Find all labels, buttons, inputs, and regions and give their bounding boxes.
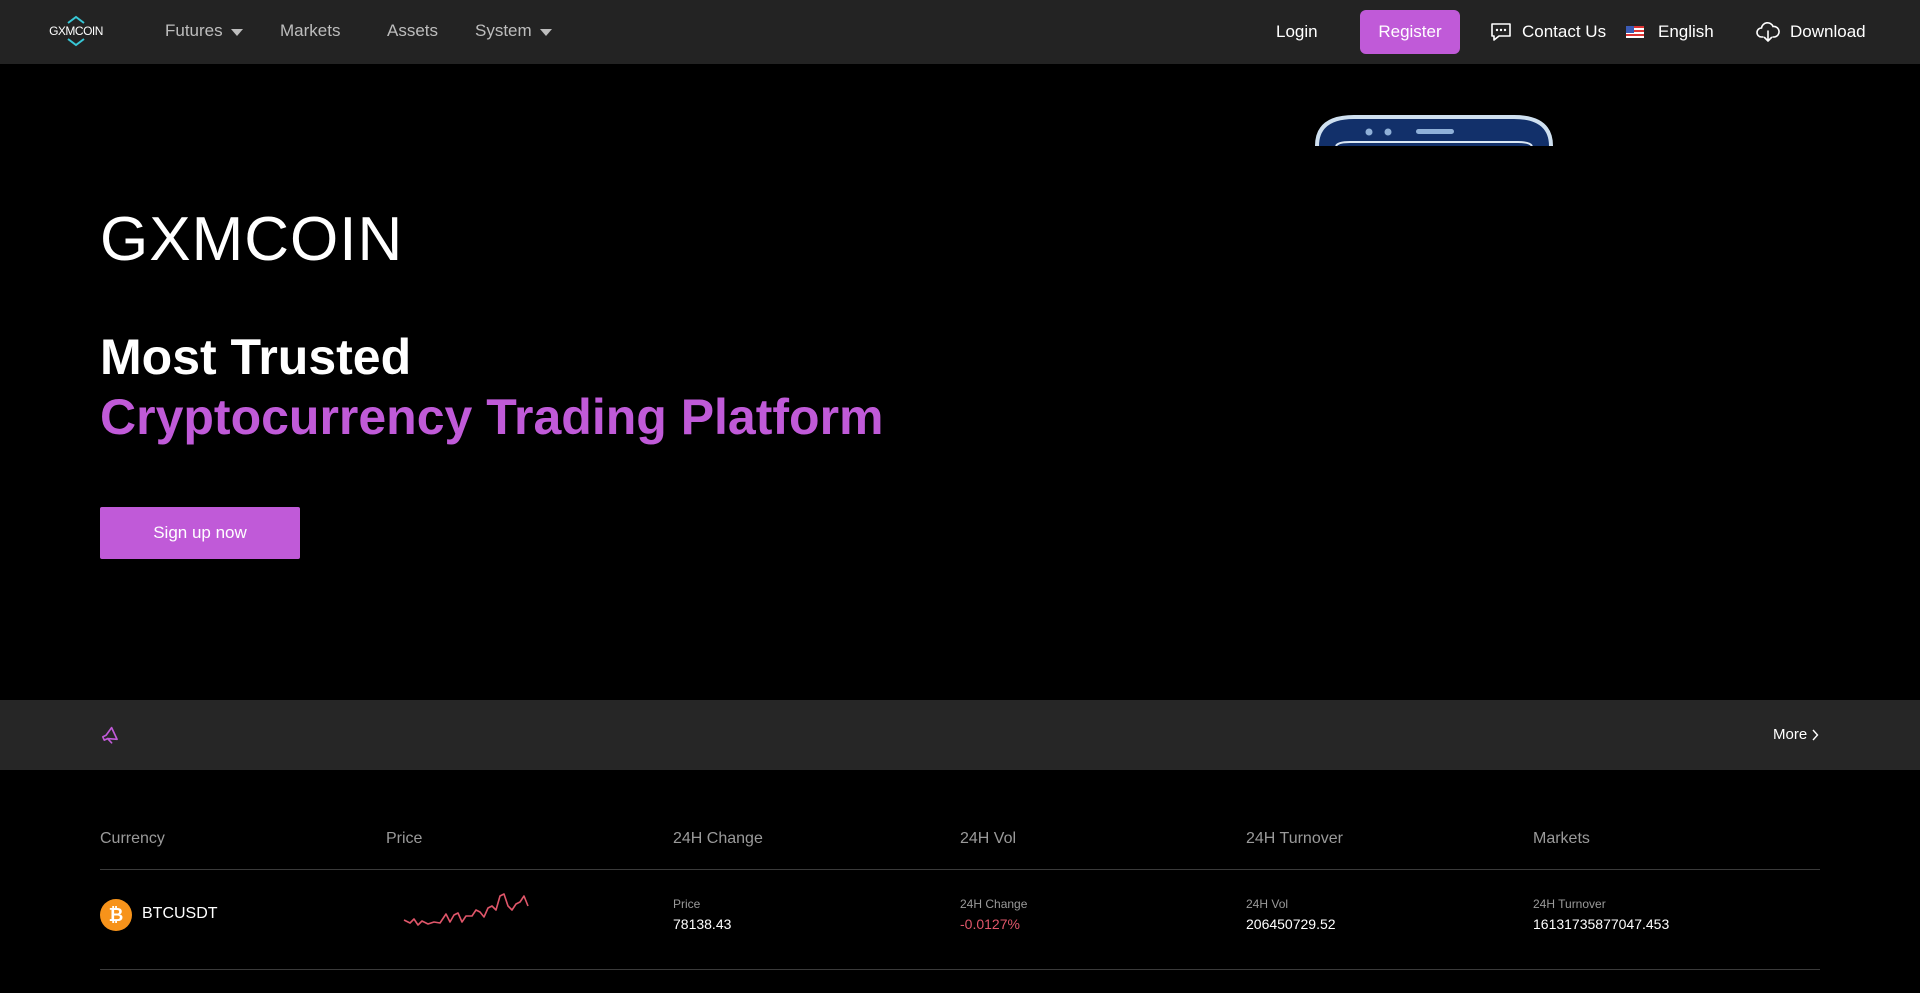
- contact-us-link[interactable]: Contact Us: [1490, 0, 1606, 64]
- vol-label: 24H Vol: [1246, 897, 1289, 911]
- logo[interactable]: GXMCOIN: [46, 14, 106, 48]
- nav-assets-label: Assets: [387, 21, 439, 40]
- download-link[interactable]: Download: [1756, 0, 1866, 64]
- cloud-download-icon: [1756, 22, 1780, 42]
- language-selector[interactable]: English: [1626, 0, 1714, 64]
- hero-brand: GXMCOIN: [100, 205, 404, 274]
- column-header-24h-vol: 24H Vol: [960, 830, 1017, 847]
- announcement-bar: More: [0, 700, 1920, 770]
- chat-icon: [1491, 23, 1511, 41]
- nav-markets-label: Markets: [280, 21, 341, 40]
- phone-illustration: [1314, 114, 1554, 146]
- column-header-currency: Currency: [100, 830, 165, 847]
- nav-futures[interactable]: Futures: [165, 21, 243, 41]
- sign-up-label: Sign up now: [153, 523, 247, 542]
- login-link[interactable]: Login: [1276, 0, 1318, 64]
- language-label: English: [1658, 22, 1714, 41]
- login-label: Login: [1276, 22, 1318, 41]
- nav-system-label: System: [475, 21, 532, 40]
- table-divider: [100, 969, 1820, 970]
- megaphone-icon: [101, 726, 118, 744]
- download-label: Download: [1790, 22, 1866, 41]
- column-header-price: Price: [386, 830, 423, 847]
- more-label: More: [1773, 726, 1808, 743]
- chevron-down-icon: [539, 28, 552, 36]
- table-divider: [100, 869, 1820, 870]
- turnover-label: 24H Turnover: [1533, 897, 1606, 911]
- nav-assets[interactable]: Assets: [387, 21, 438, 41]
- column-header-markets: Markets: [1533, 830, 1590, 847]
- logo-text: GXMCOIN: [49, 24, 103, 38]
- more-link[interactable]: More: [1773, 726, 1819, 743]
- change-value: -0.0127%: [960, 916, 1020, 932]
- nav-system[interactable]: System: [475, 21, 552, 41]
- price-sparkline: [403, 893, 529, 926]
- coin-symbol: BTCUSDT: [142, 905, 218, 922]
- contact-us-label: Contact Us: [1522, 22, 1607, 41]
- price-label: Price: [673, 897, 701, 911]
- chevron-right-icon: [1812, 729, 1819, 740]
- nav-markets[interactable]: Markets: [280, 21, 340, 41]
- top-nav: GXMCOIN Futures Markets Assets System Lo…: [0, 0, 1920, 64]
- change-label: 24H Change: [960, 897, 1028, 911]
- chevron-down-icon: [230, 28, 243, 36]
- hero-subheadline: Cryptocurrency Trading Platform: [100, 389, 884, 445]
- bitcoin-icon: ₿: [100, 899, 132, 931]
- hero-headline: Most Trusted: [100, 329, 412, 385]
- price-value: 78138.43: [673, 916, 732, 932]
- vol-value: 206450729.52: [1246, 916, 1336, 932]
- nav-futures-label: Futures: [165, 21, 223, 40]
- turnover-value: 16131735877047.453: [1533, 916, 1670, 932]
- us-flag-icon: [1626, 26, 1644, 38]
- sign-up-button[interactable]: Sign up now: [100, 507, 300, 559]
- register-button[interactable]: Register: [1360, 10, 1460, 54]
- column-header-24h-change: 24H Change: [673, 830, 763, 847]
- register-label: Register: [1378, 22, 1442, 41]
- column-header-24h-turnover: 24H Turnover: [1246, 830, 1343, 847]
